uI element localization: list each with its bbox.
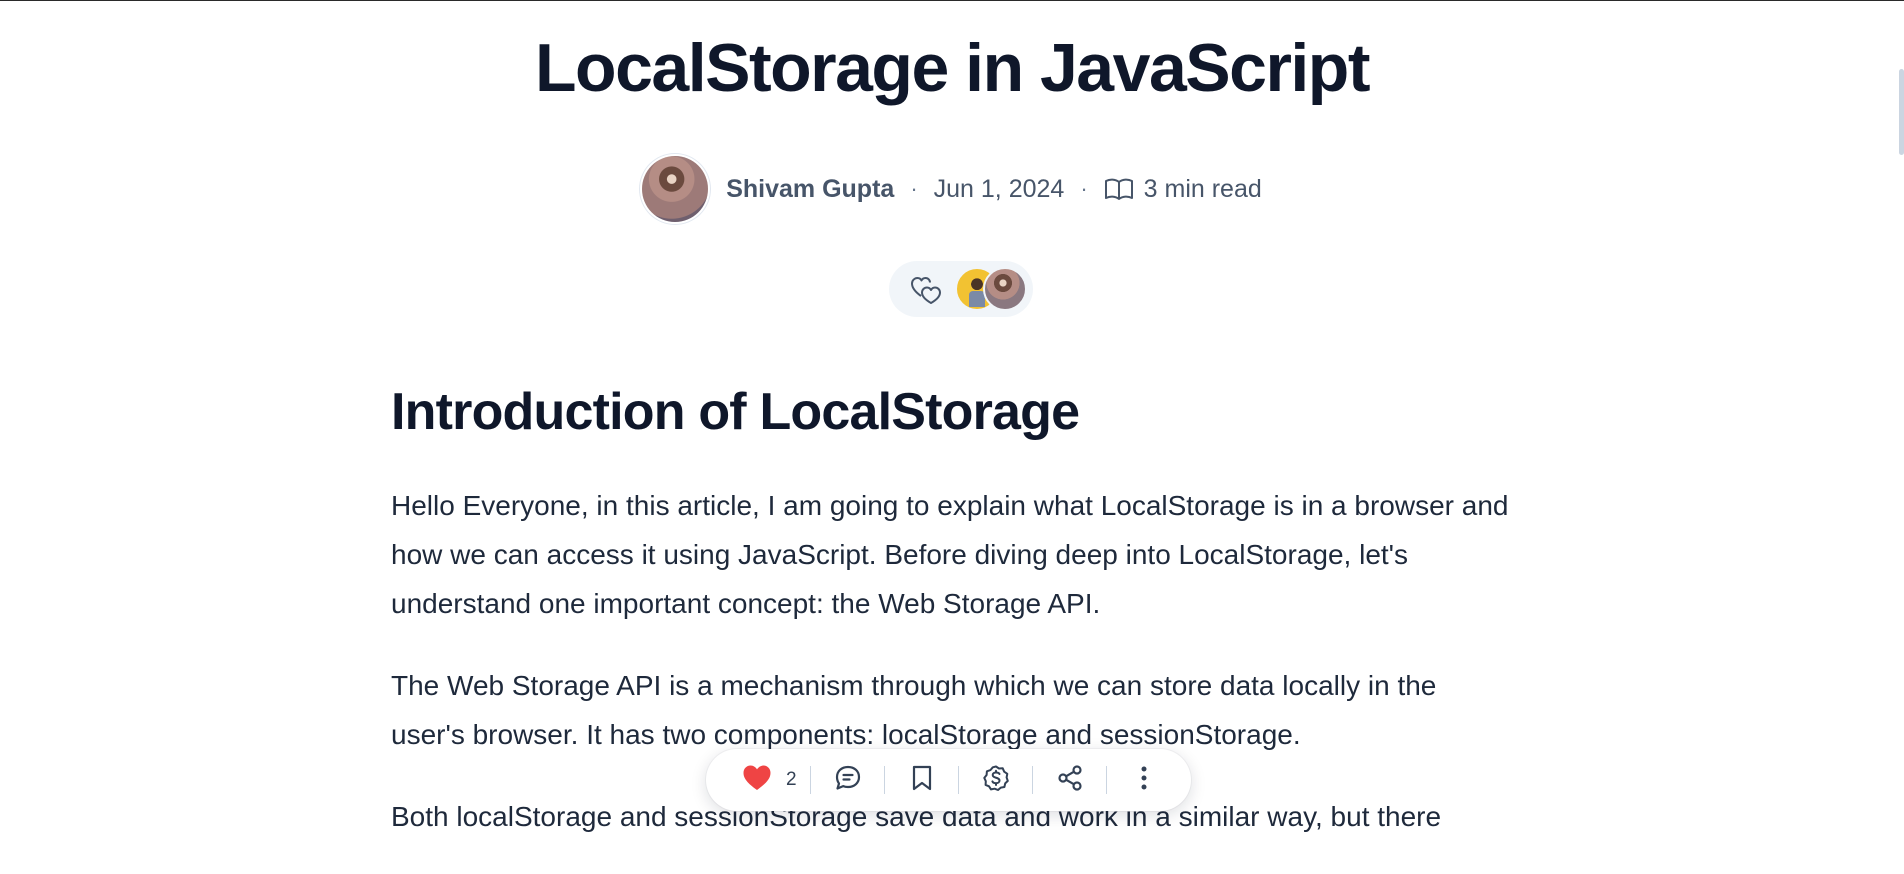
more-options-button[interactable] <box>1107 749 1180 811</box>
bookmark-button[interactable] <box>885 749 958 811</box>
floating-action-bar: 2 <box>706 749 1191 811</box>
article-title: LocalStorage in JavaScript <box>535 30 1370 106</box>
paragraph: Hello Everyone, in this article, I am go… <box>391 490 1509 620</box>
like-button[interactable]: 2 <box>706 749 810 811</box>
book-open-icon <box>1104 177 1134 201</box>
reactor-avatar <box>983 267 1027 311</box>
author-avatar[interactable] <box>642 156 709 222</box>
comment-icon <box>834 764 862 797</box>
bookmark-icon <box>910 764 934 797</box>
share-button[interactable] <box>1033 749 1106 811</box>
like-count: 2 <box>786 769 797 790</box>
scrollbar[interactable] <box>1896 1 1904 860</box>
paragraph: The Web Storage API is a mechanism throu… <box>391 670 1437 751</box>
sponsor-button[interactable] <box>959 749 1032 811</box>
publish-date: Jun 1, 2024 <box>933 174 1065 203</box>
article-page: LocalStorage in JavaScript Shivam Gupta … <box>0 1 1904 860</box>
sponsor-icon <box>982 764 1010 797</box>
meta-separator: · <box>910 176 918 201</box>
scrollbar-thumb[interactable] <box>1899 69 1904 155</box>
read-time: 3 min read <box>1143 174 1262 203</box>
reactions-summary[interactable] <box>889 261 1033 317</box>
more-icon <box>1140 764 1148 797</box>
section-heading: Introduction of LocalStorage <box>391 383 1080 441</box>
author-name[interactable]: Shivam Gupta <box>726 175 894 204</box>
meta-separator: · <box>1080 176 1088 201</box>
heart-icon <box>742 764 772 796</box>
reactions-icon <box>909 272 943 306</box>
article-meta: Shivam Gupta · Jun 1, 2024 · 3 min read <box>0 155 1904 223</box>
share-icon <box>1056 764 1084 797</box>
comment-button[interactable] <box>811 749 884 811</box>
